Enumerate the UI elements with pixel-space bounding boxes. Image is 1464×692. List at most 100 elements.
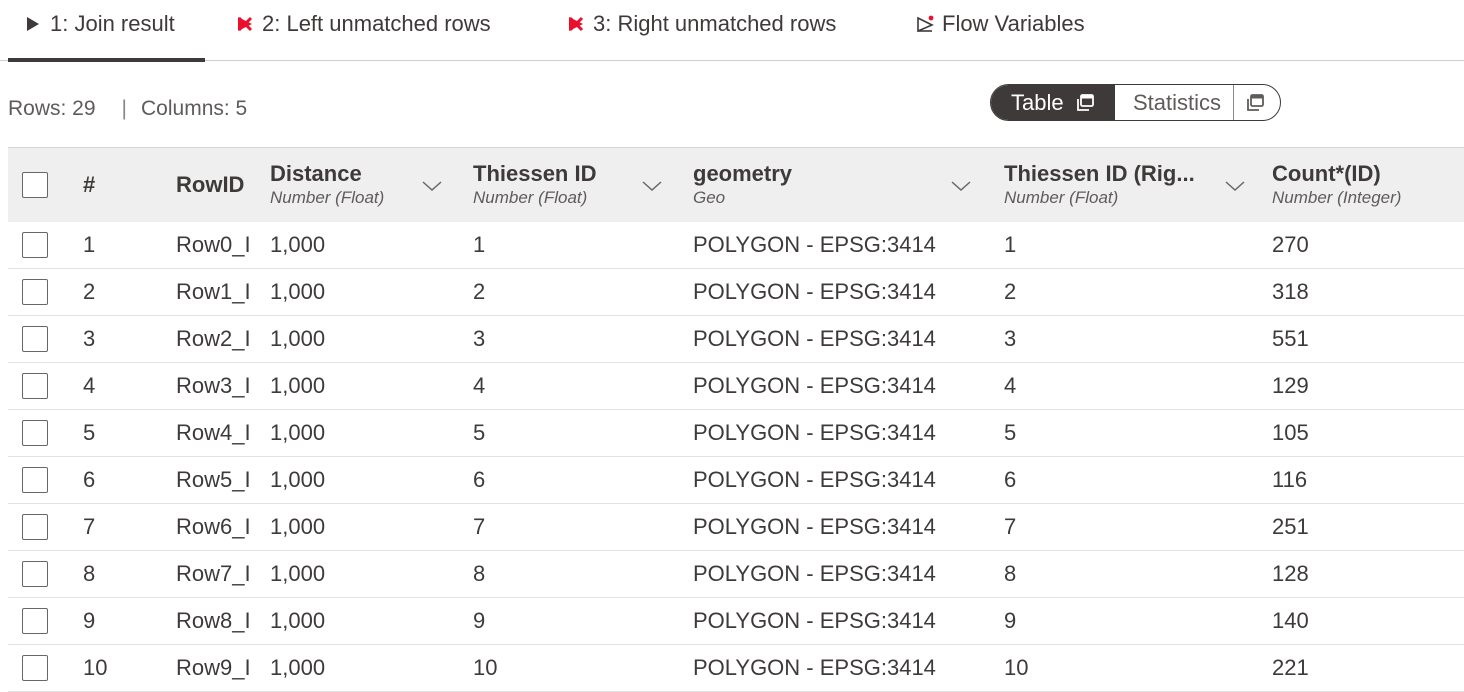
thiessen-id-right-cell[interactable]: 10 — [1004, 645, 1219, 691]
thiessen-id-right-cell[interactable]: 2 — [1004, 269, 1219, 315]
distance-cell[interactable]: 1,000 — [270, 457, 420, 503]
count-cell[interactable]: 116 — [1272, 457, 1462, 503]
thiessen-id-cell[interactable]: 4 — [473, 363, 633, 409]
table-row[interactable]: 6 Row5_I 1,000 6 POLYGON - EPSG:3414 6 116 — [8, 457, 1464, 504]
row-id-cell[interactable]: Row7_I — [176, 551, 261, 597]
row-checkbox[interactable] — [22, 232, 48, 258]
thiessen-id-right-cell[interactable]: 4 — [1004, 363, 1219, 409]
thiessen-id-right-cell[interactable]: 6 — [1004, 457, 1219, 503]
row-id-cell[interactable]: Row0_I — [176, 222, 261, 268]
geometry-cell[interactable]: POLYGON - EPSG:3414 — [693, 457, 963, 503]
count-cell[interactable]: 221 — [1272, 645, 1462, 691]
thiessen-id-cell[interactable]: 5 — [473, 410, 633, 456]
table-row[interactable]: 8 Row7_I 1,000 8 POLYGON - EPSG:3414 8 128 — [8, 551, 1464, 598]
thiessen-id-cell[interactable]: 6 — [473, 457, 633, 503]
thiessen-id-right-cell[interactable]: 9 — [1004, 598, 1219, 644]
thiessen-id-right-cell[interactable]: 3 — [1004, 316, 1219, 362]
tab-left-unmatched-rows[interactable]: 2: Left unmatched rows — [236, 0, 491, 61]
row-checkbox[interactable] — [22, 608, 48, 634]
table-row[interactable]: 1 Row0_I 1,000 1 POLYGON - EPSG:3414 1 270 — [8, 222, 1464, 269]
row-id-cell[interactable]: Row2_I — [176, 316, 261, 362]
thiessen-id-cell[interactable]: 9 — [473, 598, 633, 644]
open-in-window-icon[interactable] — [1244, 92, 1266, 114]
distance-cell[interactable]: 1,000 — [270, 504, 420, 550]
geometry-cell[interactable]: POLYGON - EPSG:3414 — [693, 222, 963, 268]
statistics-view-button[interactable]: Statistics — [1115, 85, 1280, 120]
count-cell[interactable]: 105 — [1272, 410, 1462, 456]
row-checkbox[interactable] — [22, 279, 48, 305]
select-all-checkbox[interactable] — [22, 172, 48, 198]
thiessen-id-right-cell[interactable]: 8 — [1004, 551, 1219, 597]
row-checkbox[interactable] — [22, 373, 48, 399]
row-id-cell[interactable]: Row8_I — [176, 598, 261, 644]
geometry-cell[interactable]: POLYGON - EPSG:3414 — [693, 410, 963, 456]
chevron-down-icon[interactable] — [950, 178, 972, 194]
row-id-cell[interactable]: Row4_I — [176, 410, 261, 456]
count-cell[interactable]: 129 — [1272, 363, 1462, 409]
tab-right-unmatched-rows[interactable]: 3: Right unmatched rows — [567, 0, 836, 61]
table-row[interactable]: 7 Row6_I 1,000 7 POLYGON - EPSG:3414 7 251 — [8, 504, 1464, 551]
count-cell[interactable]: 251 — [1272, 504, 1462, 550]
table-row[interactable]: 10 Row9_I 1,000 10 POLYGON - EPSG:3414 10 221 — [8, 645, 1464, 692]
table-row[interactable]: 3 Row2_I 1,000 3 POLYGON - EPSG:3414 3 551 — [8, 316, 1464, 363]
table-view-button[interactable]: Table — [991, 85, 1115, 120]
row-index[interactable]: 3 — [83, 316, 143, 362]
geometry-cell[interactable]: POLYGON - EPSG:3414 — [693, 645, 963, 691]
row-index[interactable]: 4 — [83, 363, 143, 409]
chevron-down-icon[interactable] — [421, 178, 443, 194]
column-header-geometry[interactable]: geometry Geo — [693, 148, 963, 222]
thiessen-id-cell[interactable]: 7 — [473, 504, 633, 550]
distance-cell[interactable]: 1,000 — [270, 410, 420, 456]
row-id-cell[interactable]: Row5_I — [176, 457, 261, 503]
row-checkbox[interactable] — [22, 420, 48, 446]
row-checkbox[interactable] — [22, 655, 48, 681]
row-id-cell[interactable]: Row1_I — [176, 269, 261, 315]
thiessen-id-cell[interactable]: 1 — [473, 222, 633, 268]
table-row[interactable]: 4 Row3_I 1,000 4 POLYGON - EPSG:3414 4 129 — [8, 363, 1464, 410]
distance-cell[interactable]: 1,000 — [270, 316, 420, 362]
column-header-thiessen-id-right[interactable]: Thiessen ID (Rig... Number (Float) — [1004, 148, 1219, 222]
table-row[interactable]: 2 Row1_I 1,000 2 POLYGON - EPSG:3414 2 318 — [8, 269, 1464, 316]
thiessen-id-cell[interactable]: 2 — [473, 269, 633, 315]
distance-cell[interactable]: 1,000 — [270, 598, 420, 644]
count-cell[interactable]: 318 — [1272, 269, 1462, 315]
table-row[interactable]: 9 Row8_I 1,000 9 POLYGON - EPSG:3414 9 140 — [8, 598, 1464, 645]
open-in-window-icon[interactable] — [1074, 92, 1096, 114]
chevron-down-icon[interactable] — [641, 178, 663, 194]
thiessen-id-right-cell[interactable]: 1 — [1004, 222, 1219, 268]
column-header-thiessen-id[interactable]: Thiessen ID Number (Float) — [473, 148, 633, 222]
geometry-cell[interactable]: POLYGON - EPSG:3414 — [693, 316, 963, 362]
row-checkbox[interactable] — [22, 326, 48, 352]
row-index[interactable]: 5 — [83, 410, 143, 456]
thiessen-id-cell[interactable]: 10 — [473, 645, 633, 691]
row-checkbox[interactable] — [22, 561, 48, 587]
count-cell[interactable]: 140 — [1272, 598, 1462, 644]
row-index[interactable]: 2 — [83, 269, 143, 315]
thiessen-id-right-cell[interactable]: 7 — [1004, 504, 1219, 550]
geometry-cell[interactable]: POLYGON - EPSG:3414 — [693, 363, 963, 409]
column-header-distance[interactable]: Distance Number (Float) — [270, 148, 420, 222]
row-index[interactable]: 6 — [83, 457, 143, 503]
chevron-down-icon[interactable] — [1224, 178, 1246, 194]
distance-cell[interactable]: 1,000 — [270, 645, 420, 691]
row-index[interactable]: 10 — [83, 645, 143, 691]
row-checkbox[interactable] — [22, 467, 48, 493]
row-id-cell[interactable]: Row6_I — [176, 504, 261, 550]
count-cell[interactable]: 270 — [1272, 222, 1462, 268]
column-header-count[interactable]: Count*(ID) Number (Integer) — [1272, 148, 1462, 222]
thiessen-id-cell[interactable]: 8 — [473, 551, 633, 597]
row-checkbox[interactable] — [22, 514, 48, 540]
tab-flow-variables[interactable]: Flow Variables — [916, 0, 1085, 61]
count-cell[interactable]: 551 — [1272, 316, 1462, 362]
geometry-cell[interactable]: POLYGON - EPSG:3414 — [693, 551, 963, 597]
table-row[interactable]: 5 Row4_I 1,000 5 POLYGON - EPSG:3414 5 105 — [8, 410, 1464, 457]
geometry-cell[interactable]: POLYGON - EPSG:3414 — [693, 504, 963, 550]
tab-join-result[interactable]: 1: Join result — [8, 0, 205, 62]
thiessen-id-right-cell[interactable]: 5 — [1004, 410, 1219, 456]
distance-cell[interactable]: 1,000 — [270, 269, 420, 315]
distance-cell[interactable]: 1,000 — [270, 363, 420, 409]
row-id-cell[interactable]: Row9_I — [176, 645, 261, 691]
row-index[interactable]: 9 — [83, 598, 143, 644]
geometry-cell[interactable]: POLYGON - EPSG:3414 — [693, 269, 963, 315]
distance-cell[interactable]: 1,000 — [270, 222, 420, 268]
